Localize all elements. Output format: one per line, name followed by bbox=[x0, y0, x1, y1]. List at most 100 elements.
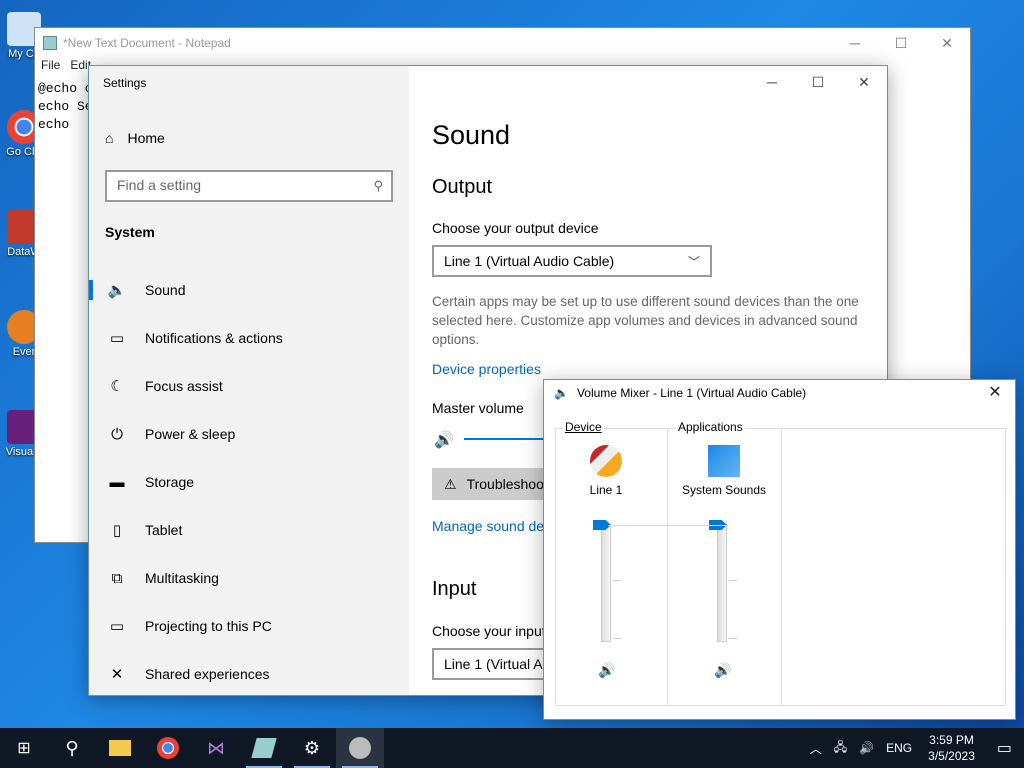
clock-time: 3:59 PM bbox=[929, 733, 974, 747]
nav-item-focus-assist[interactable]: ☾ Focus assist bbox=[89, 362, 409, 410]
nav-item-sound[interactable]: 🔈 Sound bbox=[89, 266, 409, 314]
system-sounds-mute-button[interactable]: 🔊 bbox=[711, 662, 735, 682]
master-volume-label: Master volume bbox=[432, 400, 524, 416]
volume-icon[interactable]: 🔊 bbox=[434, 430, 454, 450]
system-sounds-volume-slider[interactable] bbox=[703, 520, 743, 645]
volume-mixer-window[interactable]: 🔈 Volume Mixer - Line 1 (Virtual Audio C… bbox=[543, 379, 1016, 720]
nav-item-label: Tablet bbox=[145, 522, 183, 538]
notification-icon: ▭ bbox=[109, 330, 125, 347]
notification-center-icon[interactable]: ▭ bbox=[985, 738, 1024, 758]
projecting-icon: ▭ bbox=[109, 618, 125, 635]
close-button[interactable]: ✕ bbox=[981, 382, 1009, 406]
notepad-icon bbox=[251, 738, 277, 758]
system-tray: ︿ 🖧 🔊 ENG 3:59 PM 3/5/2023 ▭ bbox=[804, 728, 1024, 768]
settings-sidebar: Settings ⌂ Home Find a setting ⚲ System … bbox=[89, 66, 409, 695]
device-apps-divider bbox=[667, 428, 668, 706]
nav-section-title: System bbox=[105, 224, 155, 240]
notepad-titlebar[interactable]: *New Text Document - Notepad bbox=[35, 28, 970, 58]
output-device-dropdown[interactable]: Line 1 (Virtual Audio Cable) ﹀ bbox=[432, 245, 712, 277]
nav-item-label: Multitasking bbox=[145, 570, 219, 586]
taskbar-chrome[interactable] bbox=[144, 728, 192, 768]
channel-name: Line 1 bbox=[589, 483, 623, 497]
taskbar-notepad[interactable] bbox=[240, 728, 288, 768]
nav-item-label: Power & sleep bbox=[145, 426, 236, 442]
slider-link-line bbox=[608, 525, 728, 526]
search-button[interactable]: ⚲ bbox=[48, 728, 96, 768]
page-title: Sound bbox=[432, 120, 511, 150]
channel-system-sounds: System Sounds bbox=[674, 445, 774, 497]
nav-item-label: Projecting to this PC bbox=[145, 618, 272, 634]
output-heading: Output bbox=[432, 176, 493, 198]
master-volume-slider[interactable] bbox=[464, 438, 544, 440]
chevron-down-icon: ﹀ bbox=[687, 255, 700, 269]
search-icon: ⚲ bbox=[373, 178, 383, 193]
nav-item-label: Notifications & actions bbox=[145, 330, 283, 346]
network-icon[interactable]: 🖧 bbox=[828, 738, 853, 759]
volume-icon[interactable]: 🔊 bbox=[853, 741, 880, 755]
apps-divider bbox=[781, 428, 782, 706]
channel-line1: Line 1 bbox=[556, 445, 656, 497]
taskbar-file-explorer[interactable] bbox=[96, 728, 144, 768]
nav-item-multitasking[interactable]: ⧉ Multitasking bbox=[89, 554, 409, 602]
line1-mute-button[interactable]: 🔊 bbox=[595, 662, 619, 682]
nav-item-shared-experiences[interactable]: ✕ Shared experiences bbox=[89, 650, 409, 695]
desktop-icon-label: Ever bbox=[12, 346, 36, 358]
taskbar-visual-studio[interactable]: ⋈ bbox=[192, 728, 240, 768]
taskbar-volume-mixer[interactable] bbox=[336, 728, 384, 768]
nav-item-label: Storage bbox=[145, 474, 195, 490]
nav-item-label: Shared experiences bbox=[145, 666, 270, 682]
start-button[interactable]: ⊞ bbox=[0, 728, 48, 768]
nav-item-tablet[interactable]: ▯ Tablet bbox=[89, 506, 409, 554]
minimize-button[interactable]: ─ bbox=[832, 28, 878, 58]
audio-cable-icon[interactable] bbox=[590, 445, 622, 477]
clock-date: 3/5/2023 bbox=[928, 749, 975, 763]
output-description: Certain apps may be set up to use differ… bbox=[432, 294, 859, 347]
mixer-title: Volume Mixer - Line 1 (Virtual Audio Cab… bbox=[576, 386, 807, 400]
maximize-button[interactable]: ☐ bbox=[795, 66, 841, 98]
notepad-title: *New Text Document - Notepad bbox=[63, 36, 231, 50]
close-button[interactable]: ✕ bbox=[841, 66, 887, 98]
notepad-icon bbox=[43, 36, 57, 50]
multitasking-icon: ⧉ bbox=[111, 569, 123, 587]
clock[interactable]: 3:59 PM 3/5/2023 bbox=[918, 732, 985, 764]
device-properties-link[interactable]: Device properties bbox=[432, 361, 541, 377]
minimize-button[interactable]: ─ bbox=[749, 66, 795, 98]
nav-home[interactable]: ⌂ Home bbox=[105, 130, 165, 146]
tablet-icon: ▯ bbox=[112, 522, 122, 539]
search-input[interactable]: Find a setting ⚲ bbox=[105, 170, 393, 202]
folder-icon bbox=[109, 740, 131, 756]
chrome-icon bbox=[157, 737, 179, 759]
applications-group-label: Applications bbox=[676, 420, 745, 434]
storage-icon: ▬ bbox=[109, 473, 125, 491]
output-device-value: Line 1 (Virtual Audio Cable) bbox=[444, 253, 615, 269]
shared-icon: ✕ bbox=[110, 666, 124, 683]
gear-icon: ⚙ bbox=[303, 737, 321, 758]
nav-item-label: Focus assist bbox=[145, 378, 223, 394]
windows-icon: ⊞ bbox=[17, 740, 31, 757]
close-button[interactable]: ✕ bbox=[924, 28, 970, 58]
language-indicator[interactable]: ENG bbox=[880, 741, 918, 755]
taskbar: ⊞ ⚲ ⋈ ⚙ ︿ 🖧 🔊 ENG 3:59 PM 3/5/2023 ▭ bbox=[0, 728, 1024, 768]
nav-item-label: Sound bbox=[145, 282, 186, 298]
nav-item-storage[interactable]: ▬ Storage bbox=[89, 458, 409, 506]
moon-icon: ☾ bbox=[110, 378, 124, 395]
output-device-label: Choose your output device bbox=[432, 220, 599, 236]
maximize-button[interactable]: ☐ bbox=[878, 28, 924, 58]
menu-file[interactable]: File bbox=[41, 58, 60, 76]
speaker-icon: 🔈 bbox=[107, 282, 127, 299]
nav-item-notifications[interactable]: ▭ Notifications & actions bbox=[89, 314, 409, 362]
search-placeholder: Find a setting bbox=[117, 177, 202, 193]
mixer-titlebar[interactable]: 🔈 Volume Mixer - Line 1 (Virtual Audio C… bbox=[554, 386, 806, 400]
nav-home-label: Home bbox=[127, 130, 165, 146]
taskbar-settings[interactable]: ⚙ bbox=[288, 728, 336, 768]
home-icon: ⌂ bbox=[105, 130, 114, 146]
speaker-icon bbox=[349, 737, 371, 759]
nav-item-power-sleep[interactable]: ⏻ Power & sleep bbox=[89, 410, 409, 458]
power-icon: ⏻ bbox=[111, 425, 123, 443]
input-heading: Input bbox=[432, 578, 477, 600]
troubleshoot-label: Troubleshoot bbox=[466, 476, 548, 492]
nav-item-projecting[interactable]: ▭ Projecting to this PC bbox=[89, 602, 409, 650]
line1-volume-slider[interactable] bbox=[587, 520, 627, 645]
system-sounds-icon[interactable] bbox=[708, 445, 740, 477]
chevron-up-icon[interactable]: ︿ bbox=[804, 740, 828, 757]
